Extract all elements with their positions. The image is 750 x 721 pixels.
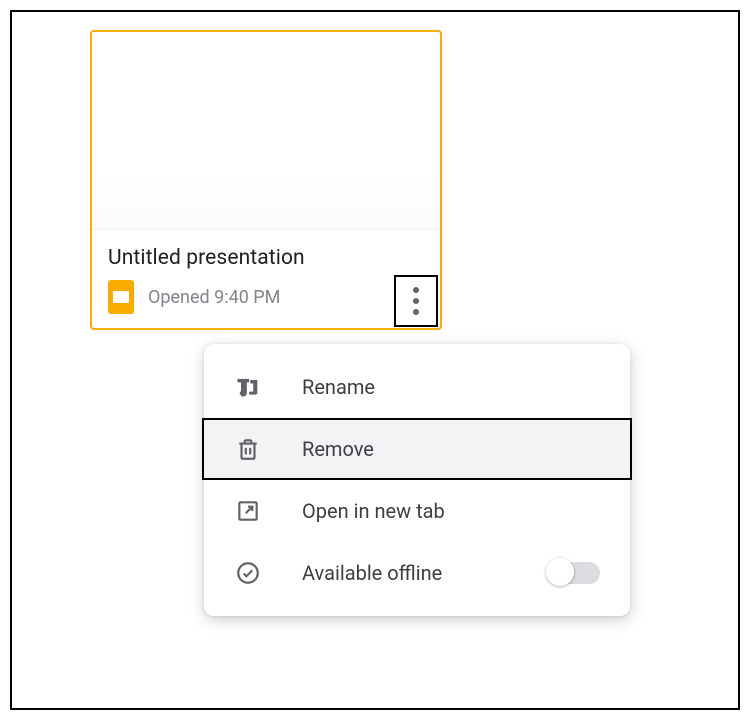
context-menu: Rename Remove Open in new tab <box>204 344 630 616</box>
presentation-title: Untitled presentation <box>108 246 424 270</box>
card-info-row: Opened 9:40 PM <box>108 280 424 314</box>
slides-icon <box>108 280 134 314</box>
container-frame: Untitled presentation Opened 9:40 PM Ren… <box>10 10 740 710</box>
more-options-button[interactable] <box>394 275 438 327</box>
menu-label: Remove <box>302 437 600 461</box>
opened-timestamp: Opened 9:40 PM <box>148 287 280 308</box>
presentation-card[interactable]: Untitled presentation Opened 9:40 PM <box>90 30 442 330</box>
menu-item-open-new-tab[interactable]: Open in new tab <box>204 480 630 542</box>
menu-label: Available offline <box>302 561 508 585</box>
trash-icon <box>234 435 262 463</box>
menu-item-remove[interactable]: Remove <box>202 418 632 480</box>
menu-label: Rename <box>302 375 600 399</box>
menu-item-available-offline[interactable]: Available offline <box>204 542 630 604</box>
offline-icon <box>234 559 262 587</box>
rename-icon <box>234 373 262 401</box>
menu-item-rename[interactable]: Rename <box>204 356 630 418</box>
card-meta: Untitled presentation Opened 9:40 PM <box>92 230 440 314</box>
offline-toggle[interactable] <box>548 562 600 584</box>
menu-label: Open in new tab <box>302 499 600 523</box>
open-in-new-icon <box>234 497 262 525</box>
more-vertical-icon <box>413 287 419 315</box>
presentation-thumbnail <box>92 32 440 230</box>
